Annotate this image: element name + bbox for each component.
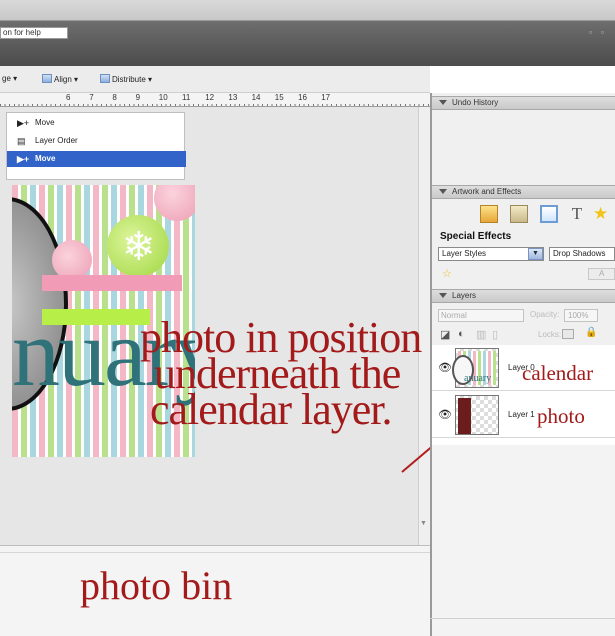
ruler-label: 17 xyxy=(321,93,331,102)
annotation-line-3: calendar layer. xyxy=(150,385,393,434)
thumbnail-word: anuary xyxy=(464,373,492,384)
new-layer-icon[interactable]: ◪ xyxy=(440,328,450,341)
arrange-menu[interactable]: ge ▾ xyxy=(2,74,17,83)
undo-item-move-selected[interactable]: ▶+ Move xyxy=(7,151,186,167)
calendar-layer-annotation: calendar xyxy=(522,361,594,385)
ruler-label: 13 xyxy=(228,93,238,102)
window-controls[interactable]: ▫ ▫ xyxy=(589,27,607,37)
options-toolbar: ge ▾ Align ▾ Distribute ▾ xyxy=(0,66,430,93)
frames-icon[interactable] xyxy=(510,205,528,223)
panel-empty-area xyxy=(432,445,615,636)
distribute-menu[interactable]: Distribute ▾ xyxy=(100,74,152,84)
layer-blend-controls: Normal Opacity: 100% xyxy=(438,309,615,323)
eye-icon[interactable]: 👁 xyxy=(438,361,452,374)
favorite-star-icon[interactable]: ☆ xyxy=(442,267,452,280)
adjustment-layer-icon[interactable]: ◐ xyxy=(458,328,465,340)
undo-history-title: Undo History xyxy=(452,98,499,107)
ruler-label: 6 xyxy=(66,93,71,102)
move-arrow-icon: ▶+ xyxy=(17,154,30,164)
favorites-star-icon[interactable]: ★ xyxy=(593,205,611,223)
ruler-label: 16 xyxy=(298,93,307,102)
undo-item-move[interactable]: ▶+ Move xyxy=(7,115,186,131)
ruler-label: 14 xyxy=(251,93,261,102)
ruler-label: 8 xyxy=(112,93,117,102)
distribute-icon xyxy=(100,74,110,83)
ruler-label: 9 xyxy=(135,93,141,102)
text-effects-icon[interactable]: T xyxy=(568,205,586,223)
align-label: Align ▾ xyxy=(54,75,79,84)
ornament-pink xyxy=(154,185,195,221)
ruler-label: 10 xyxy=(158,93,168,102)
undo-item-label: Move xyxy=(35,154,56,163)
trash-icon[interactable]: ▥ xyxy=(476,328,486,341)
panel-divider xyxy=(430,618,615,619)
photo-layer-annotation: photo xyxy=(537,404,585,428)
undo-history-header[interactable]: Undo History xyxy=(432,96,615,110)
chevron-down-icon[interactable]: ▼ xyxy=(528,248,543,260)
collapse-triangle-icon xyxy=(439,293,447,298)
undo-history-list: ▶+ Move ▤ Layer Order ▶+ Move xyxy=(6,112,186,180)
photo-bin-divider xyxy=(0,552,430,553)
locks-label: Locks: xyxy=(538,330,562,339)
link-icon[interactable]: ▯ xyxy=(492,328,498,341)
layer-thumbnail xyxy=(455,395,499,435)
move-arrow-icon: ▶+ xyxy=(17,118,30,128)
scroll-down-arrow[interactable]: ▼ xyxy=(420,520,427,527)
photo-bin-annotation: photo bin xyxy=(80,563,233,608)
layer-row[interactable]: 👁 Layer 1 xyxy=(432,392,615,438)
ornament-pink-small xyxy=(52,240,92,280)
undo-item-label: Move xyxy=(35,118,55,127)
collapse-triangle-icon xyxy=(439,100,447,105)
ruler-label: 15 xyxy=(274,93,284,102)
undo-item-label: Layer Order xyxy=(35,136,78,145)
layer-thumbnail: anuary xyxy=(452,348,499,388)
help-search-input[interactable]: on for help xyxy=(0,27,68,39)
layer-toolbar: ◪ ◐ ▥ ▯ Locks: 🔒 xyxy=(440,327,615,343)
layer-order-icon: ▤ xyxy=(17,136,26,146)
layers-header[interactable]: Layers xyxy=(432,289,615,303)
opacity-label: Opacity: xyxy=(530,310,560,319)
eye-icon[interactable]: 👁 xyxy=(438,408,452,421)
snowflake-icon: ❄ xyxy=(122,225,156,269)
effects-style-select[interactable]: Drop Shadows xyxy=(549,247,615,261)
title-bar xyxy=(0,0,615,66)
ribbon-pink xyxy=(42,275,182,291)
artwork-category-icons: T ★ xyxy=(478,205,615,227)
collapse-triangle-icon xyxy=(439,189,447,194)
horizontal-ruler: 6 7 8 9 10 11 12 13 14 15 16 17 xyxy=(0,93,430,107)
artwork-effects-title: Artwork and Effects xyxy=(452,187,522,196)
apply-button[interactable]: A xyxy=(588,268,615,280)
photo-thumbnail-art xyxy=(458,398,471,434)
ruler-label: 12 xyxy=(205,93,215,102)
effects-icon[interactable] xyxy=(540,205,558,223)
ruler-label: 7 xyxy=(89,93,94,102)
layers-list: 👁 anuary Layer 0 👁 Layer 1 xyxy=(432,345,615,445)
align-menu[interactable]: Align ▾ xyxy=(42,74,78,84)
lock-transparency-toggle[interactable] xyxy=(562,329,574,339)
layer-name[interactable]: Layer 1 xyxy=(508,410,535,419)
blend-mode-select[interactable]: Normal xyxy=(438,309,524,322)
opacity-input[interactable]: 100% xyxy=(564,309,598,322)
artwork-effects-header[interactable]: Artwork and Effects xyxy=(432,185,615,199)
undo-item-layer-order[interactable]: ▤ Layer Order xyxy=(7,133,186,149)
lock-icon[interactable]: 🔒 xyxy=(585,327,597,338)
align-icon xyxy=(42,74,52,83)
layers-title: Layers xyxy=(452,291,477,300)
ruler-label: 11 xyxy=(182,93,191,102)
special-effects-title: Special Effects xyxy=(440,231,512,242)
distribute-label: Distribute ▾ xyxy=(112,75,153,84)
backgrounds-icon[interactable] xyxy=(480,205,498,223)
calendar-thumbnail-art: anuary xyxy=(452,351,496,385)
